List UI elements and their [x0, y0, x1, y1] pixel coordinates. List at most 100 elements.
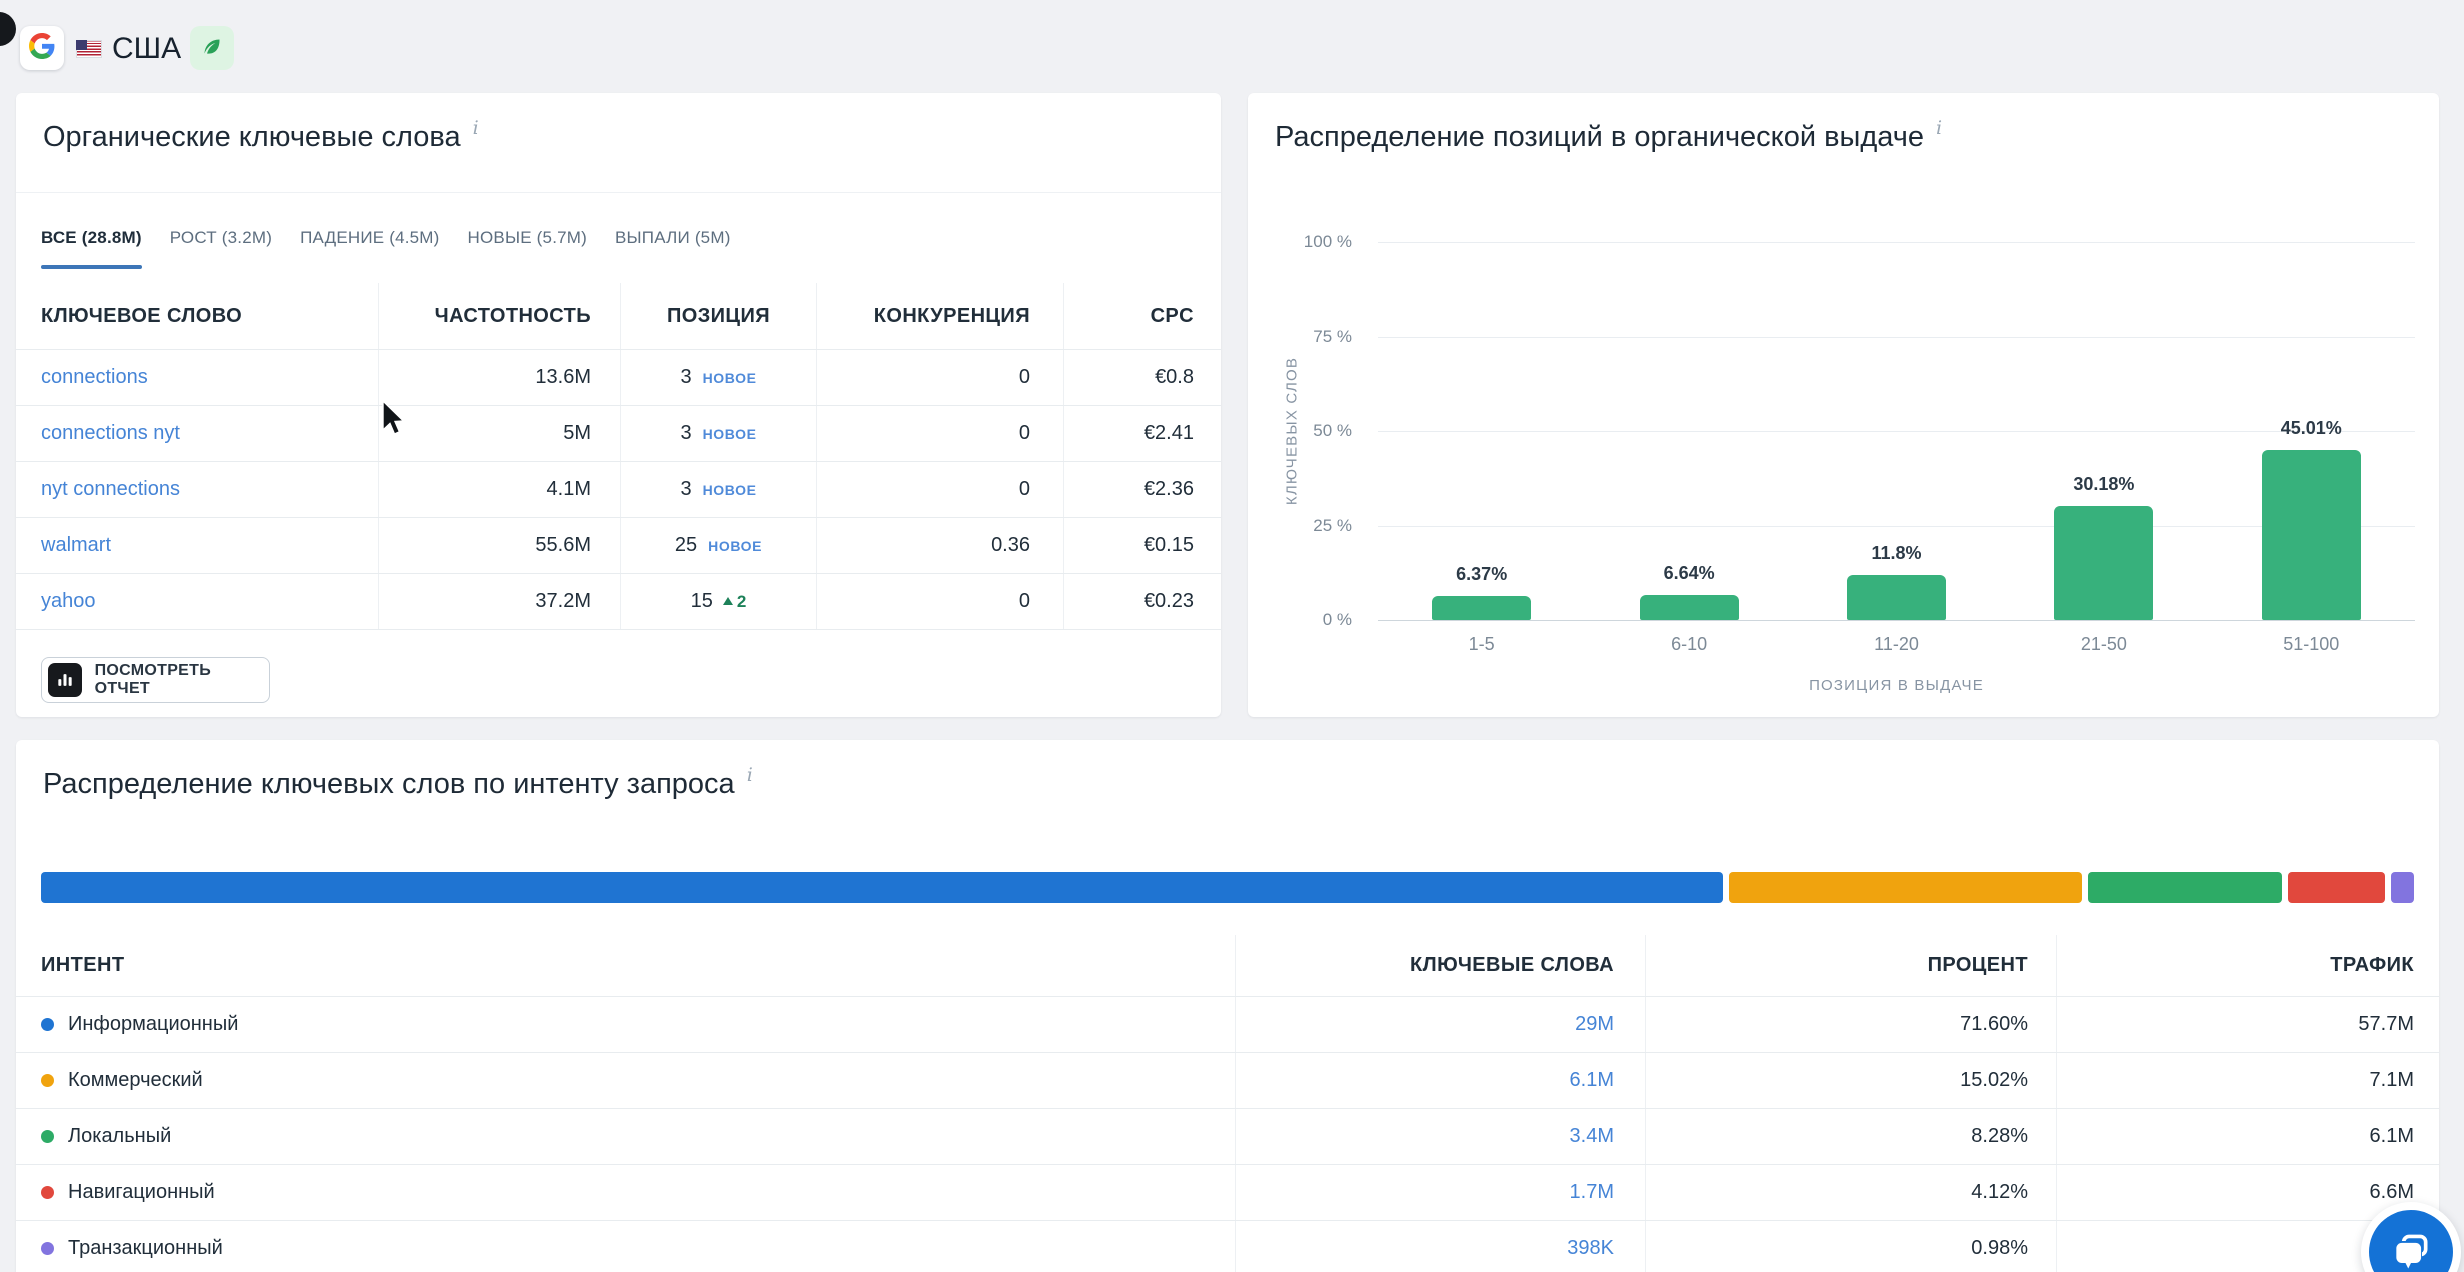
- intent-percent: 15.02%: [1646, 1053, 2057, 1108]
- chart-bar[interactable]: [2054, 506, 2153, 620]
- intent-keywords-link[interactable]: 3.4M: [1570, 1125, 1614, 1148]
- keyword-link[interactable]: yahoo: [41, 590, 96, 613]
- view-report-label: ПОСМОТРЕТЬ ОТЧЕТ: [95, 662, 269, 698]
- intent-label: Информационный: [68, 1013, 238, 1036]
- table-row: connections 13.6M 3НОВОЕ 0 €0.8: [16, 349, 1221, 405]
- view-report-button[interactable]: ПОСМОТРЕТЬ ОТЧЕТ: [41, 657, 270, 703]
- intent-percent: 0.98%: [1646, 1221, 2057, 1272]
- chart-bar[interactable]: [2262, 450, 2361, 620]
- organic-panel-title: Органические ключевые словаi: [43, 121, 479, 154]
- google-button[interactable]: [20, 26, 64, 70]
- volume-value: 37.2M: [379, 574, 621, 629]
- gridline: [1378, 620, 2415, 621]
- cpc-value: €2.41: [1064, 406, 1221, 461]
- organic-tabs: ВСЕ (28.8M) РОСТ (3.2M) ПАДЕНИЕ (4.5M) Н…: [41, 192, 731, 283]
- intent-row: Транзакционный 398K 0.98%: [16, 1220, 2439, 1272]
- intent-segment-4[interactable]: [2288, 872, 2385, 903]
- leaf-badge[interactable]: [190, 26, 234, 70]
- gridline: [1378, 242, 2415, 243]
- new-badge: НОВОЕ: [703, 370, 757, 386]
- competition-value: 0: [817, 350, 1064, 405]
- keyword-link[interactable]: walmart: [41, 534, 111, 557]
- position-change-up: 2: [713, 592, 746, 612]
- chart-bar[interactable]: [1847, 575, 1946, 620]
- tab-growth[interactable]: РОСТ (3.2M): [170, 192, 272, 283]
- intent-dot: [41, 1074, 54, 1087]
- competition-value: 0: [817, 406, 1064, 461]
- col-header-traffic: ТРАФИК: [2057, 935, 2439, 996]
- tab-all[interactable]: ВСЕ (28.8M): [41, 192, 142, 283]
- intent-label: Локальный: [68, 1125, 171, 1148]
- chart-bar[interactable]: [1432, 596, 1531, 620]
- intent-percent: 71.60%: [1646, 997, 2057, 1052]
- x-category-label: 1-5: [1412, 634, 1552, 655]
- y-tick-label: 25 %: [1248, 516, 1352, 536]
- organic-keywords-table: КЛЮЧЕВОЕ СЛОВО ЧАСТОТНОСТЬ ПОЗИЦИЯ КОНКУ…: [16, 283, 1221, 630]
- intent-keywords-link[interactable]: 6.1M: [1570, 1069, 1614, 1092]
- intent-dot: [41, 1130, 54, 1143]
- cpc-value: €0.15: [1064, 518, 1221, 573]
- col-header-keyword: КЛЮЧЕВОЕ СЛОВО: [16, 283, 379, 349]
- gridline: [1378, 337, 2415, 338]
- x-category-label: 21-50: [2034, 634, 2174, 655]
- intent-segment-1[interactable]: [41, 872, 1723, 903]
- bar-value-label: 6.37%: [1412, 564, 1552, 585]
- intent-keywords-link[interactable]: 29M: [1575, 1013, 1614, 1036]
- y-tick-label: 100 %: [1248, 232, 1352, 252]
- country-label[interactable]: США: [112, 27, 181, 71]
- competition-value: 0: [817, 574, 1064, 629]
- chart-bar[interactable]: [1640, 595, 1739, 620]
- keyword-link[interactable]: connections nyt: [41, 422, 180, 445]
- page: США Органические ключевые словаi ВСЕ (28…: [0, 0, 2464, 1272]
- intent-dot: [41, 1186, 54, 1199]
- us-flag-icon: [76, 40, 102, 58]
- table-row: walmart 55.6M 25НОВОЕ 0.36 €0.15: [16, 517, 1221, 573]
- table-row: nyt connections 4.1M 3НОВОЕ 0 €2.36: [16, 461, 1221, 517]
- tab-lost[interactable]: ВЫПАЛИ (5M): [615, 192, 731, 283]
- x-category-label: 11-20: [1827, 634, 1967, 655]
- y-tick-label: 75 %: [1248, 327, 1352, 347]
- intent-row: Навигационный 1.7M 4.12% 6.6M: [16, 1164, 2439, 1220]
- intent-label: Навигационный: [68, 1181, 215, 1204]
- intent-traffic: 6.1M: [2057, 1109, 2439, 1164]
- intent-percent: 4.12%: [1646, 1165, 2057, 1220]
- col-header-percent: ПРОЦЕНТ: [1646, 935, 2057, 996]
- volume-value: 5M: [379, 406, 621, 461]
- position-cell: 3НОВОЕ: [621, 462, 817, 517]
- intent-segment-2[interactable]: [1729, 872, 2082, 903]
- new-badge: НОВОЕ: [703, 482, 757, 498]
- intent-label: Коммерческий: [68, 1069, 203, 1092]
- table-bottom-line: [16, 629, 1221, 630]
- tab-new[interactable]: НОВЫЕ (5.7M): [468, 192, 587, 283]
- intent-keywords-link[interactable]: 1.7M: [1570, 1181, 1614, 1204]
- col-header-keywords: КЛЮЧЕВЫЕ СЛОВА: [1236, 935, 1646, 996]
- position-cell: 152: [621, 574, 817, 629]
- intent-segment-3[interactable]: [2088, 872, 2282, 903]
- x-category-label: 51-100: [2241, 634, 2381, 655]
- info-icon[interactable]: i: [473, 117, 479, 139]
- organic-title-text: Органические ключевые слова: [43, 121, 461, 153]
- positions-bar-chart: КЛЮЧЕВЫХ СЛОВ ПОЗИЦИЯ В ВЫДАЧЕ 100 %75 %…: [1248, 93, 2439, 717]
- new-badge: НОВОЕ: [708, 538, 762, 554]
- intent-row: Локальный 3.4M 8.28% 6.1M: [16, 1108, 2439, 1164]
- volume-value: 13.6M: [379, 350, 621, 405]
- intent-keywords-link[interactable]: 398K: [1567, 1237, 1614, 1260]
- cpc-value: €0.23: [1064, 574, 1221, 629]
- col-header-cpc: CPC: [1064, 283, 1221, 349]
- volume-value: 4.1M: [379, 462, 621, 517]
- table-row: connections nyt 5M 3НОВОЕ 0 €2.41: [16, 405, 1221, 461]
- bar-value-label: 45.01%: [2241, 418, 2381, 439]
- intent-dot: [41, 1242, 54, 1255]
- intent-stacked-bar: [41, 872, 2414, 903]
- intent-traffic: 57.7M: [2057, 997, 2439, 1052]
- col-header-position: ПОЗИЦИЯ: [621, 283, 817, 349]
- info-icon[interactable]: i: [747, 764, 753, 786]
- leaf-icon: [200, 34, 224, 63]
- keyword-link[interactable]: nyt connections: [41, 478, 180, 501]
- intent-traffic: 7.1M: [2057, 1053, 2439, 1108]
- intent-segment-5[interactable]: [2391, 872, 2414, 903]
- tab-decline[interactable]: ПАДЕНИЕ (4.5M): [300, 192, 439, 283]
- volume-value: 55.6M: [379, 518, 621, 573]
- cpc-value: €0.8: [1064, 350, 1221, 405]
- keyword-link[interactable]: connections: [41, 366, 148, 389]
